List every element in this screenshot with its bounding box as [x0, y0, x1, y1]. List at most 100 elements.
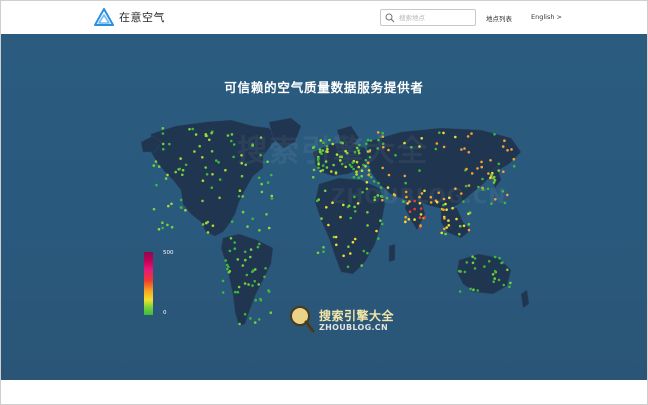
- station-dot[interactable]: [462, 224, 466, 228]
- station-dot[interactable]: [357, 176, 361, 179]
- station-dot[interactable]: [178, 167, 182, 171]
- station-dot[interactable]: [472, 288, 475, 291]
- station-dot[interactable]: [351, 240, 355, 244]
- station-dot[interactable]: [260, 190, 264, 194]
- station-dot[interactable]: [198, 144, 201, 148]
- station-dot[interactable]: [237, 195, 241, 198]
- station-dot[interactable]: [445, 226, 449, 229]
- station-dot[interactable]: [237, 285, 241, 289]
- station-dot[interactable]: [366, 251, 369, 255]
- station-dot[interactable]: [467, 150, 471, 154]
- station-dot[interactable]: [497, 278, 501, 282]
- station-dot[interactable]: [366, 211, 369, 214]
- station-dot[interactable]: [161, 142, 165, 146]
- station-dot[interactable]: [480, 160, 483, 164]
- station-dot[interactable]: [497, 162, 501, 166]
- station-dot[interactable]: [466, 135, 470, 138]
- station-dot[interactable]: [483, 265, 486, 268]
- station-dot[interactable]: [210, 150, 214, 153]
- station-dot[interactable]: [184, 163, 188, 167]
- station-dot[interactable]: [347, 245, 350, 248]
- station-dot[interactable]: [470, 172, 474, 175]
- station-dot[interactable]: [366, 224, 369, 227]
- station-dot[interactable]: [369, 175, 373, 179]
- station-dot[interactable]: [257, 318, 261, 321]
- station-dot[interactable]: [403, 174, 407, 178]
- station-dot[interactable]: [161, 221, 164, 224]
- station-dot[interactable]: [435, 142, 439, 145]
- station-dot[interactable]: [445, 208, 448, 211]
- station-dot[interactable]: [265, 213, 268, 216]
- station-dot[interactable]: [473, 267, 477, 270]
- station-dot[interactable]: [380, 222, 384, 226]
- station-dot[interactable]: [506, 193, 509, 197]
- station-dot[interactable]: [442, 145, 446, 149]
- station-dot[interactable]: [319, 169, 323, 173]
- station-dot[interactable]: [236, 290, 240, 294]
- station-dot[interactable]: [236, 258, 240, 261]
- station-dot[interactable]: [447, 219, 450, 222]
- station-dot[interactable]: [249, 255, 252, 259]
- station-dot[interactable]: [167, 204, 170, 208]
- station-dot[interactable]: [467, 228, 471, 232]
- station-dot[interactable]: [480, 165, 484, 169]
- station-dot[interactable]: [493, 269, 497, 273]
- station-dot[interactable]: [469, 287, 472, 291]
- station-dot[interactable]: [179, 157, 182, 160]
- station-dot[interactable]: [377, 237, 380, 240]
- station-dot[interactable]: [487, 260, 491, 263]
- station-dot[interactable]: [270, 194, 274, 198]
- station-dot[interactable]: [360, 264, 364, 267]
- station-dot[interactable]: [256, 245, 260, 249]
- station-dot[interactable]: [257, 176, 261, 180]
- station-dot[interactable]: [240, 174, 244, 178]
- station-dot[interactable]: [243, 312, 247, 316]
- station-dot[interactable]: [512, 157, 516, 161]
- station-dot[interactable]: [492, 280, 496, 283]
- station-dot[interactable]: [253, 279, 256, 283]
- station-dot[interactable]: [205, 173, 209, 176]
- station-dot[interactable]: [249, 248, 253, 251]
- station-dot[interactable]: [267, 289, 270, 292]
- brand[interactable]: 在意空气: [94, 7, 165, 27]
- station-dot[interactable]: [194, 133, 198, 136]
- station-dot[interactable]: [362, 249, 366, 253]
- station-dot[interactable]: [353, 237, 357, 241]
- station-dot[interactable]: [157, 165, 161, 168]
- station-dot[interactable]: [501, 261, 504, 264]
- station-dot[interactable]: [493, 179, 497, 182]
- station-dot[interactable]: [455, 217, 458, 221]
- nav-station-list-link[interactable]: 地点列表: [486, 13, 512, 23]
- station-dot[interactable]: [498, 256, 501, 260]
- station-dot[interactable]: [501, 145, 505, 148]
- station-dot[interactable]: [208, 138, 211, 142]
- station-dot[interactable]: [228, 269, 232, 273]
- station-dot[interactable]: [179, 206, 183, 209]
- station-dot[interactable]: [234, 290, 237, 294]
- station-dot[interactable]: [330, 170, 333, 173]
- station-dot[interactable]: [188, 127, 191, 131]
- station-dot[interactable]: [191, 127, 194, 131]
- station-dot[interactable]: [404, 215, 408, 219]
- station-dot[interactable]: [442, 208, 445, 212]
- station-dot[interactable]: [334, 171, 338, 175]
- station-dot[interactable]: [155, 183, 158, 187]
- station-dot[interactable]: [418, 216, 422, 219]
- station-dot[interactable]: [257, 283, 261, 286]
- station-dot[interactable]: [254, 298, 257, 302]
- station-dot[interactable]: [447, 224, 451, 227]
- station-dot[interactable]: [226, 134, 230, 137]
- station-dot[interactable]: [503, 139, 506, 142]
- station-dot[interactable]: [487, 172, 490, 175]
- station-dot[interactable]: [489, 159, 492, 162]
- station-dot[interactable]: [454, 135, 457, 139]
- station-dot[interactable]: [468, 211, 472, 214]
- station-dot[interactable]: [181, 168, 185, 172]
- station-dot[interactable]: [489, 176, 492, 180]
- station-dot[interactable]: [508, 285, 511, 289]
- station-dot[interactable]: [320, 217, 323, 220]
- station-dot[interactable]: [465, 261, 469, 264]
- station-dot[interactable]: [152, 164, 156, 167]
- station-dot[interactable]: [224, 259, 227, 262]
- search-input[interactable]: [399, 11, 473, 24]
